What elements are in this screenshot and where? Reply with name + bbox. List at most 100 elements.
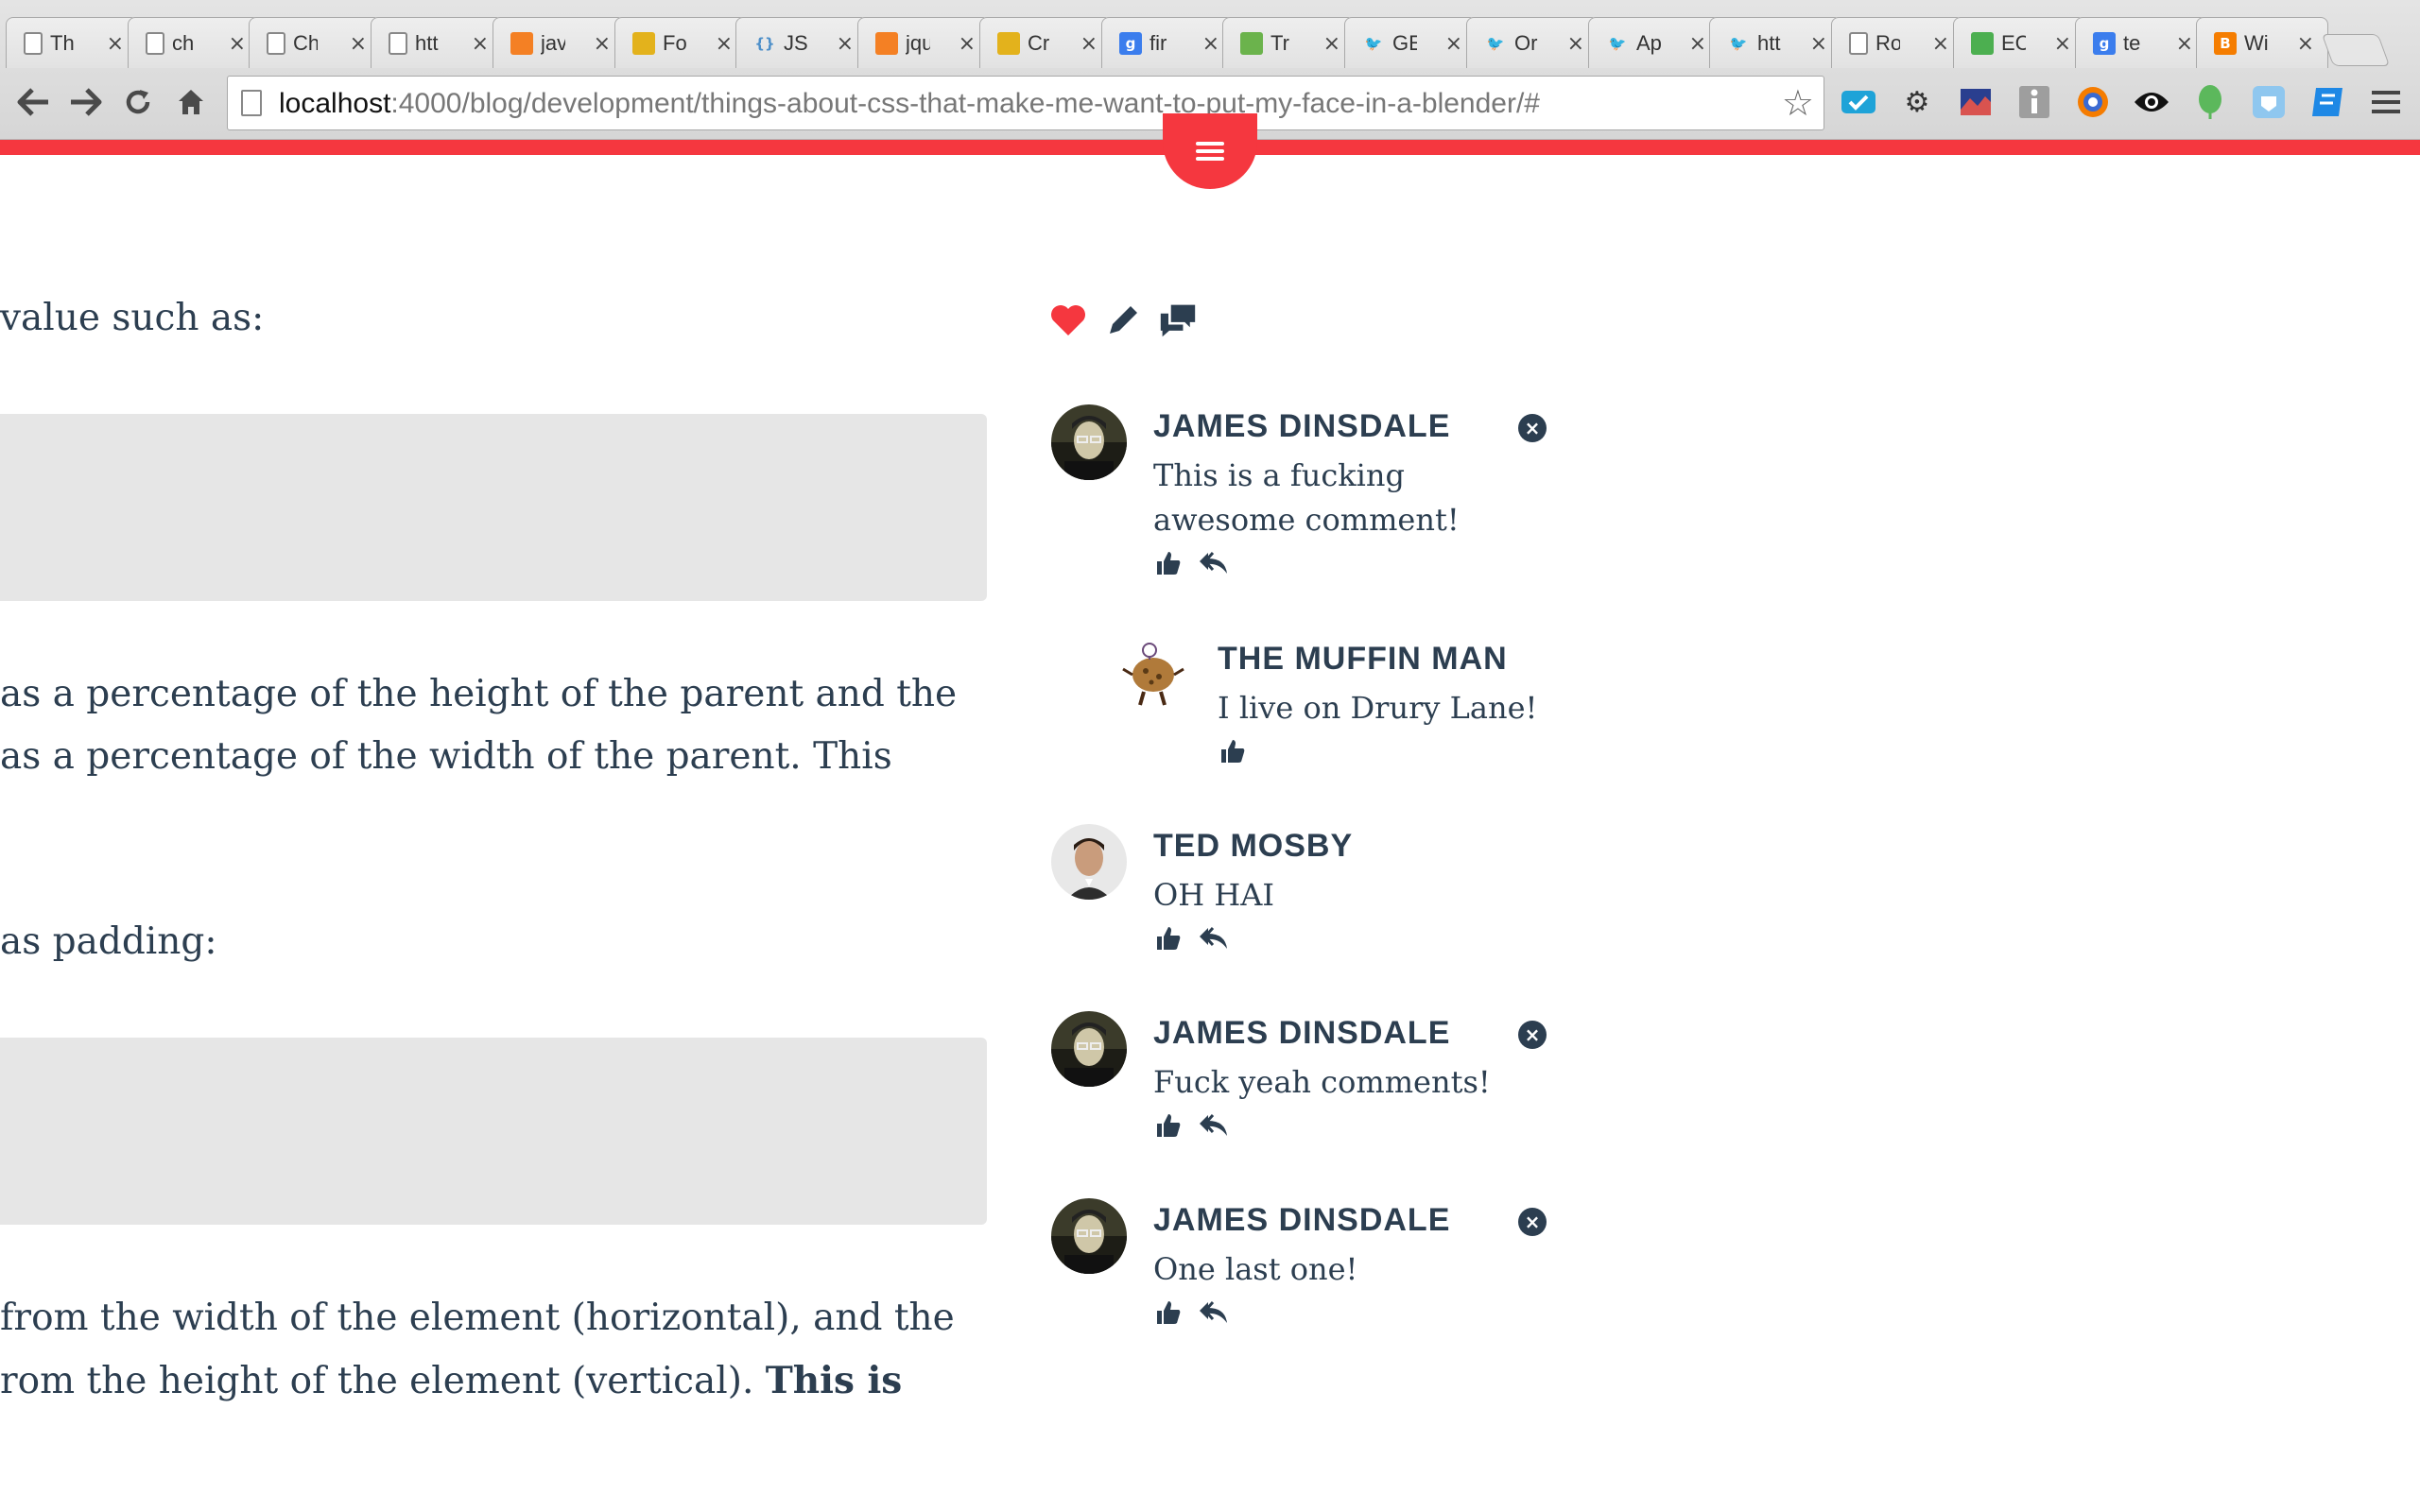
delete-comment-icon[interactable]: × xyxy=(1518,1208,1547,1236)
reply-all-icon[interactable] xyxy=(1199,1110,1229,1141)
browser-tab[interactable]: Ch × xyxy=(249,17,382,68)
reload-icon xyxy=(126,90,150,114)
reply-all-icon[interactable] xyxy=(1199,1297,1229,1328)
new-tab-button[interactable] xyxy=(2321,34,2391,66)
tab-close-icon[interactable]: × xyxy=(228,32,245,56)
extension-leaf-icon[interactable] xyxy=(2191,83,2229,121)
database-icon xyxy=(996,32,1020,55)
tab-close-icon[interactable]: × xyxy=(959,32,976,56)
extension-blue-app-icon[interactable] xyxy=(2308,83,2346,121)
tab-close-icon[interactable]: × xyxy=(1080,32,1097,56)
blogger-icon: B xyxy=(2214,32,2238,55)
comment-author[interactable]: JAMES DINSDALE xyxy=(1153,408,1450,445)
home-button[interactable] xyxy=(170,81,212,123)
tab-close-icon[interactable]: × xyxy=(107,32,124,56)
comment-author[interactable]: JAMES DINSDALE xyxy=(1153,1015,1450,1052)
extension-firefox-icon[interactable] xyxy=(2074,83,2112,121)
bookmark-star-icon[interactable]: ☆ xyxy=(1782,82,1814,124)
extension-shield-icon[interactable] xyxy=(2250,83,2288,121)
browser-tab[interactable]: EC × xyxy=(1952,17,2085,68)
browser-tab[interactable]: 🐦 htt × xyxy=(1709,17,1842,68)
tab-close-icon[interactable]: × xyxy=(350,32,367,56)
browser-tab[interactable]: ch × xyxy=(127,17,260,68)
browser-tab[interactable]: g te × xyxy=(2074,17,2207,68)
tab-title: Ch xyxy=(293,31,319,55)
back-button[interactable] xyxy=(13,81,55,123)
url-text: localhost:4000/blog/development/things-a… xyxy=(279,88,1540,119)
comments-button[interactable] xyxy=(1159,301,1197,339)
comment-author[interactable]: THE MUFFIN MAN xyxy=(1218,641,1508,678)
tab-close-icon[interactable]: × xyxy=(2297,32,2314,56)
back-arrow-icon xyxy=(17,88,48,116)
browser-tab[interactable]: 🐦 Ap × xyxy=(1587,17,1720,68)
browser-tab[interactable]: Cr × xyxy=(978,17,1112,68)
browser-tab[interactable]: Ro × xyxy=(1831,17,1964,68)
tab-close-icon[interactable]: × xyxy=(1810,32,1827,56)
address-bar[interactable]: localhost:4000/blog/development/things-a… xyxy=(227,76,1824,130)
article-paragraph: from the width of the element (horizonta… xyxy=(0,1297,955,1339)
like-post-button[interactable] xyxy=(1049,301,1087,339)
avatar[interactable] xyxy=(1115,637,1191,713)
comment-tools xyxy=(1153,923,1229,954)
browser-tab[interactable]: jqu × xyxy=(857,17,991,68)
tab-title: Tr xyxy=(1270,31,1290,55)
tab-close-icon[interactable]: × xyxy=(1323,32,1340,56)
tab-title: ch xyxy=(171,31,194,55)
tab-close-icon[interactable]: × xyxy=(715,32,732,56)
tab-close-icon[interactable]: × xyxy=(1688,32,1705,56)
browser-tab[interactable]: Tr × xyxy=(1222,17,1356,68)
comment-author[interactable]: TED MOSBY xyxy=(1153,828,1353,865)
extension-map-icon[interactable] xyxy=(1957,83,1995,121)
avatar[interactable] xyxy=(1051,1011,1127,1087)
browser-tab[interactable]: g fir × xyxy=(1100,17,1234,68)
browser-tab[interactable]: jav × xyxy=(492,17,625,68)
tab-close-icon[interactable]: × xyxy=(472,32,489,56)
browser-tab[interactable]: 🐦 GE × xyxy=(1344,17,1478,68)
extension-check-icon[interactable] xyxy=(1840,83,1877,121)
tab-title: Cr xyxy=(1027,31,1050,55)
browser-tab[interactable]: 🐦 Or × xyxy=(1465,17,1599,68)
twitter-icon: 🐦 xyxy=(1608,35,1626,52)
edit-post-button[interactable] xyxy=(1104,301,1142,339)
chrome-menu-icon[interactable] xyxy=(2367,83,2405,121)
reload-button[interactable] xyxy=(117,81,159,123)
comment-author[interactable]: JAMES DINSDALE xyxy=(1153,1202,1450,1239)
thumbs-up-icon[interactable] xyxy=(1153,923,1184,954)
tab-title: jqu xyxy=(906,31,931,55)
reply-all-icon[interactable] xyxy=(1199,548,1229,578)
comment-tools xyxy=(1153,1297,1229,1328)
browser-tab[interactable]: {} JSO × xyxy=(735,17,869,68)
avatar[interactable] xyxy=(1051,404,1127,480)
browser-tab[interactable]: Th × xyxy=(6,17,138,68)
tab-close-icon[interactable]: × xyxy=(1566,32,1583,56)
thumbs-up-icon[interactable] xyxy=(1153,548,1184,578)
thumbs-up-icon[interactable] xyxy=(1218,736,1248,766)
tab-close-icon[interactable]: × xyxy=(2175,32,2192,56)
thumbs-up-icon[interactable] xyxy=(1153,1297,1184,1328)
comment-text: One last one! xyxy=(1153,1251,1358,1287)
delete-comment-icon[interactable]: × xyxy=(1518,1021,1547,1049)
forward-button[interactable] xyxy=(64,81,106,123)
extension-info-icon[interactable] xyxy=(2015,83,2053,121)
tab-close-icon[interactable]: × xyxy=(837,32,854,56)
reply-all-icon[interactable] xyxy=(1199,923,1229,954)
thumbs-up-icon[interactable] xyxy=(1153,1110,1184,1141)
comment-text: This is a fucking awesome comment! xyxy=(1153,457,1460,538)
avatar[interactable] xyxy=(1051,824,1127,900)
tab-close-icon[interactable]: × xyxy=(2053,32,2070,56)
comment-tools xyxy=(1153,1110,1229,1141)
avatar[interactable] xyxy=(1051,1198,1127,1274)
extension-eye-icon[interactable] xyxy=(2133,83,2170,121)
tab-close-icon[interactable]: × xyxy=(594,32,611,56)
browser-tab[interactable]: htt × xyxy=(371,17,504,68)
tab-close-icon[interactable]: × xyxy=(1932,32,1949,56)
extension-gear-icon[interactable]: ⚙ xyxy=(1898,83,1936,121)
browser-tab[interactable]: Fo × xyxy=(614,17,747,68)
browser-tab[interactable]: B Wi × xyxy=(2196,17,2329,68)
site-menu-button[interactable] xyxy=(1163,113,1257,189)
delete-comment-icon[interactable]: × xyxy=(1518,414,1547,442)
tab-close-icon[interactable]: × xyxy=(1201,32,1219,56)
tab-close-icon[interactable]: × xyxy=(1445,32,1462,56)
comment-text: I live on Drury Lane! xyxy=(1218,690,1538,726)
page-icon xyxy=(267,32,286,55)
